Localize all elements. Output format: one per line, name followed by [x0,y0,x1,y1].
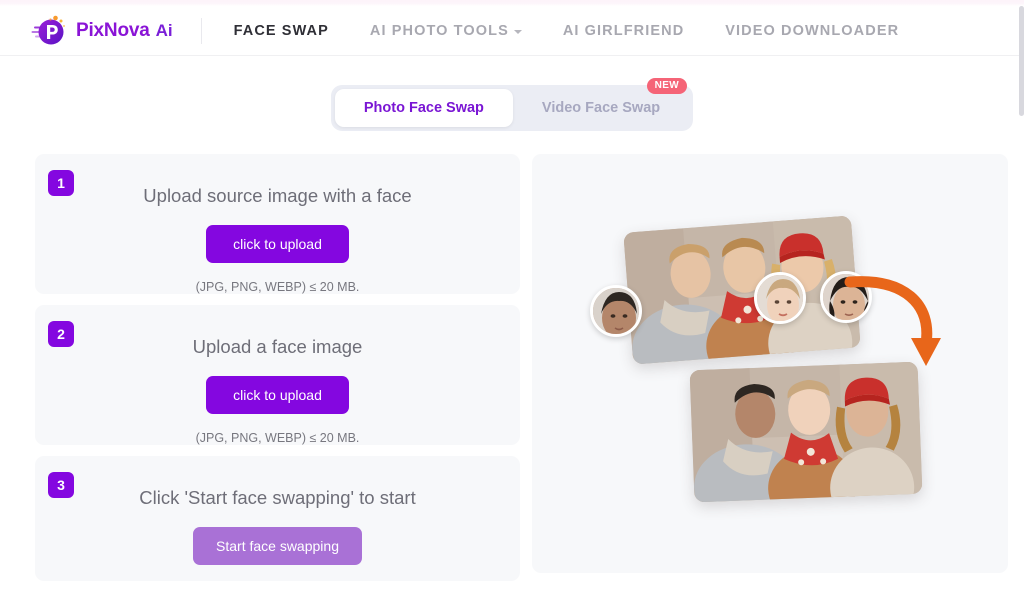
pixnova-p-logo-icon [30,14,70,48]
preview-panel [532,154,1008,573]
start-face-swapping-button[interactable]: Start face swapping [193,527,362,565]
step-card-3: 3 Click 'Start face swapping' to start S… [35,456,520,581]
step-hint-2: (JPG, PNG, WEBP) ≤ 20 MB. [196,431,360,445]
face-swap-illustration [532,154,1008,573]
brand-name-primary: PixNova [76,20,150,42]
site-header: PixNova Ai FACE SWAP AI PHOTO TOOLS AI G… [0,6,1024,56]
header-divider [201,18,202,44]
tab-video-face-swap[interactable]: Video Face Swap NEW [513,89,689,127]
nav-item-ai-girlfriend[interactable]: AI GIRLFRIEND [563,23,684,39]
nav-item-ai-photo-tools[interactable]: AI PHOTO TOOLS [370,23,522,39]
new-badge: NEW [647,78,688,94]
step-number-badge-2: 2 [48,321,74,347]
nav-item-ai-photo-tools-label: AI PHOTO TOOLS [370,23,509,39]
tab-switcher: Photo Face Swap Video Face Swap NEW [331,85,693,131]
nav-item-ai-girlfriend-label: AI GIRLFRIEND [563,23,684,39]
chevron-down-icon [514,30,522,34]
page-scrollbar[interactable] [1019,6,1024,116]
tab-photo-face-swap[interactable]: Photo Face Swap [335,89,513,127]
step-number-badge-1: 1 [48,170,74,196]
steps-column: 1 Upload source image with a face click … [35,154,520,581]
tab-photo-face-swap-label: Photo Face Swap [364,100,484,116]
upload-source-image-button[interactable]: click to upload [206,225,349,263]
tab-video-face-swap-label: Video Face Swap [542,100,660,116]
brand-logo[interactable]: PixNova Ai [30,14,173,48]
step-card-1: 1 Upload source image with a face click … [35,154,520,294]
main-navigation: FACE SWAP AI PHOTO TOOLS AI GIRLFRIEND V… [234,23,900,39]
step-card-2: 2 Upload a face image click to upload (J… [35,305,520,445]
nav-item-video-downloader-label: VIDEO DOWNLOADER [725,23,899,39]
nav-item-face-swap-label: FACE SWAP [234,23,329,39]
step-title-2: Upload a face image [193,336,363,358]
step-number-badge-3: 3 [48,472,74,498]
curved-arrow-icon [532,154,1008,573]
main-content: 1 Upload source image with a face click … [35,154,1008,581]
step-title-3: Click 'Start face swapping' to start [139,487,415,509]
tab-switcher-row: Photo Face Swap Video Face Swap NEW [0,85,1024,131]
step-hint-1: (JPG, PNG, WEBP) ≤ 20 MB. [196,280,360,294]
upload-face-image-button[interactable]: click to upload [206,376,349,414]
result-photo [690,362,923,503]
nav-item-face-swap[interactable]: FACE SWAP [234,23,329,39]
brand-name-secondary: Ai [156,21,173,41]
nav-item-video-downloader[interactable]: VIDEO DOWNLOADER [725,23,899,39]
step-title-1: Upload source image with a face [143,185,411,207]
